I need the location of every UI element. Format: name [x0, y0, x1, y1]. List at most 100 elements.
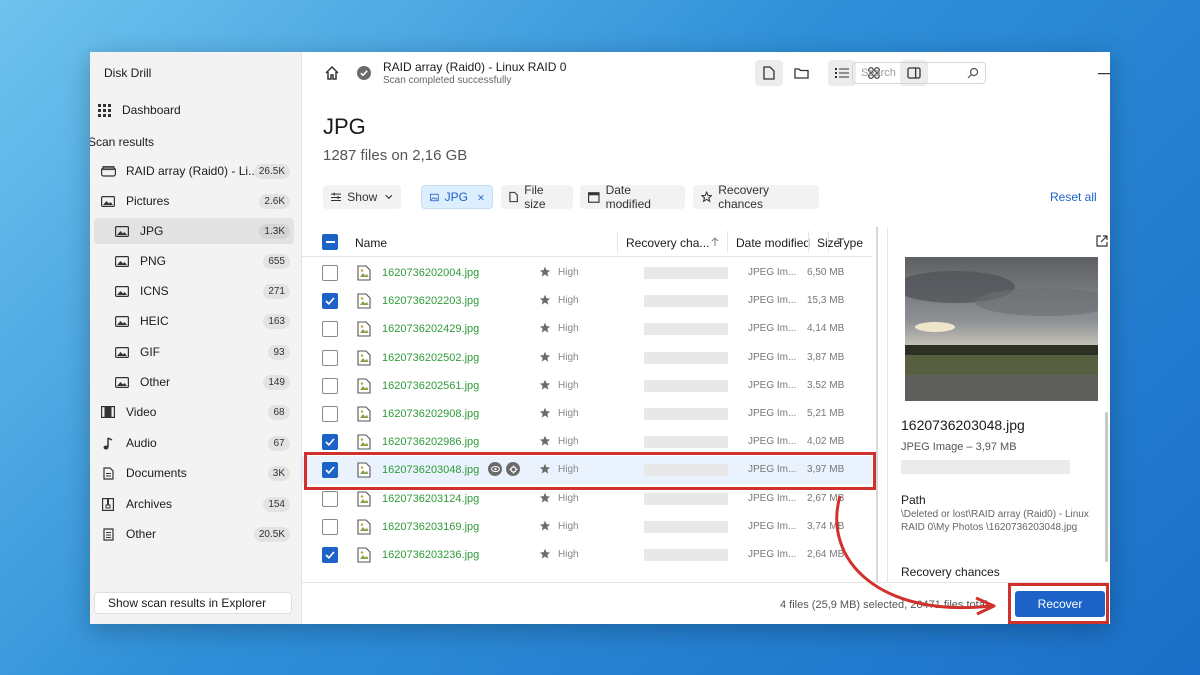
file-name[interactable]: 1620736202986.jpg	[382, 436, 479, 448]
file-name[interactable]: 1620736202561.jpg	[382, 380, 479, 392]
select-all-checkbox[interactable]	[322, 234, 338, 250]
row-checkbox[interactable]	[322, 406, 338, 422]
column-size[interactable]: Size	[817, 236, 840, 250]
sidebar-item-label: Other	[140, 375, 171, 389]
reset-all-link[interactable]: Reset all	[1050, 190, 1097, 204]
file-name[interactable]: 1620736202429.jpg	[382, 323, 479, 335]
table-row[interactable]: 1620736202429.jpg High JPEG Im... 4,14 MB	[302, 315, 872, 343]
row-checkbox[interactable]	[322, 265, 338, 281]
sidebar-item-archives[interactable]: Archives 154	[94, 491, 294, 517]
table-row[interactable]: 1620736202908.jpg High JPEG Im... 5,21 MB	[302, 400, 872, 428]
jpg-filter-chip[interactable]: JPG	[421, 185, 493, 209]
row-checkbox[interactable]	[322, 434, 338, 451]
sidebar-item-video[interactable]: Video 68	[94, 399, 294, 425]
folder-icon	[793, 68, 809, 79]
file-name[interactable]: 1620736203124.jpg	[382, 493, 479, 505]
show-filter-button[interactable]: Show	[323, 185, 401, 209]
count-badge: 68	[268, 404, 290, 420]
table-row[interactable]: 1620736202502.jpg High JPEG Im... 3,87 MB	[302, 344, 872, 372]
sidebar-item-icns[interactable]: ICNS 271	[94, 278, 294, 304]
file-type: JPEG Im...	[748, 267, 797, 278]
file-size-filter[interactable]: File size	[501, 183, 573, 211]
sidebar-item-gif[interactable]: GIF 93	[94, 339, 294, 365]
check-circle-icon	[357, 66, 371, 85]
sliders-icon	[331, 192, 342, 202]
row-checkbox[interactable]	[322, 490, 338, 507]
selected-row-highlight	[304, 452, 876, 490]
list-scrollbar[interactable]	[876, 227, 878, 582]
column-date[interactable]: Date modified	[736, 236, 810, 250]
row-checkbox[interactable]	[322, 321, 338, 338]
table-row[interactable]: 1620736202203.jpg High JPEG Im... 15,3 MB	[302, 287, 872, 315]
image-icon	[114, 313, 130, 329]
sidebar-item-audio[interactable]: Audio 67	[94, 430, 294, 456]
star-icon	[701, 191, 713, 203]
sidebar-item-documents[interactable]: Documents 3K	[94, 460, 294, 486]
jpg-file-icon	[356, 321, 372, 340]
table-row[interactable]: 1620736203236.jpg High JPEG Im... 2,64 MB	[302, 541, 872, 569]
image-icon	[114, 253, 130, 269]
table-row[interactable]: 1620736202004.jpg High JPEG Im... 6,50 MB	[302, 259, 872, 287]
preview-date-placeholder	[901, 460, 1070, 474]
file-view-button[interactable]	[755, 60, 783, 86]
file-type: JPEG Im...	[748, 492, 797, 504]
sidebar-item-label: Video	[126, 405, 157, 419]
sidebar-item-other[interactable]: Other 20.5K	[94, 521, 294, 547]
scan-title: RAID array (Raid0) - Linux RAID 0	[383, 60, 567, 74]
column-name[interactable]: Name	[355, 236, 387, 250]
column-type[interactable]: Type	[837, 236, 863, 250]
search-input[interactable]: Search	[852, 62, 986, 84]
star-icon	[539, 322, 551, 337]
file-name[interactable]: 1620736202908.jpg	[382, 408, 479, 420]
home-icon[interactable]	[324, 65, 340, 86]
sort-arrow-icon	[711, 237, 719, 246]
recovery-chances-filter[interactable]: Recovery chances	[693, 183, 819, 211]
sidebar-item-raid-array-raid0-li[interactable]: RAID array (Raid0) - Li... 26.5K	[94, 158, 294, 184]
file-size: 15,3 MB	[807, 295, 845, 307]
file-type: JPEG Im...	[748, 379, 797, 391]
jpg-file-icon	[356, 265, 372, 284]
minimize-icon[interactable]	[1094, 64, 1110, 84]
sidebar-item-other[interactable]: Other 149	[94, 369, 294, 395]
row-checkbox[interactable]	[322, 547, 338, 563]
sidebar-item-png[interactable]: PNG 655	[94, 248, 294, 274]
row-checkbox[interactable]	[322, 377, 338, 394]
column-recovery[interactable]: Recovery cha...	[626, 236, 709, 250]
sidebar-item-label: RAID array (Raid0) - Li...	[126, 164, 254, 178]
open-external-icon[interactable]	[1096, 234, 1108, 252]
file-name[interactable]: 1620736203236.jpg	[382, 549, 479, 561]
file-name[interactable]: 1620736202502.jpg	[382, 352, 479, 364]
preview-scrollbar[interactable]	[1105, 412, 1108, 562]
file-size: 6,50 MB	[807, 267, 845, 278]
jpg-file-icon	[356, 378, 372, 397]
chevron-down-icon	[385, 194, 393, 200]
drive-icon	[100, 163, 116, 179]
row-checkbox[interactable]	[322, 293, 338, 310]
star-icon	[539, 492, 551, 507]
sidebar-item-heic[interactable]: HEIC 163	[94, 308, 294, 334]
file-name[interactable]: 1620736202203.jpg	[382, 295, 479, 307]
count-badge: 149	[263, 374, 290, 390]
file-icon	[763, 66, 775, 80]
image-icon	[114, 283, 130, 299]
sidebar-item-jpg[interactable]: JPG 1.3K	[94, 218, 294, 244]
date-modified-filter[interactable]: Date modified	[580, 183, 685, 211]
sidebar-item-label: PNG	[140, 254, 167, 268]
sidebar-item-pictures[interactable]: Pictures 2.6K	[94, 188, 294, 214]
page-title: JPG	[323, 114, 366, 139]
row-checkbox[interactable]	[322, 349, 338, 366]
folder-view-button[interactable]	[787, 60, 815, 86]
show-in-explorer-button[interactable]: Show scan results in Explorer	[94, 592, 292, 614]
file-name[interactable]: 1620736202004.jpg	[382, 267, 479, 279]
table-row[interactable]: 1620736203169.jpg High JPEG Im... 3,74 MB	[302, 513, 872, 541]
calendar-icon	[588, 191, 600, 203]
star-icon	[539, 351, 551, 366]
file-name[interactable]: 1620736203169.jpg	[382, 521, 479, 533]
table-row[interactable]: 1620736202561.jpg High JPEG Im... 3,52 MB	[302, 372, 872, 400]
count-badge: 67	[268, 435, 290, 451]
file-type: JPEG Im...	[748, 408, 797, 419]
file-type: JPEG Im...	[748, 520, 797, 532]
row-checkbox[interactable]	[322, 518, 338, 535]
star-icon	[539, 435, 551, 450]
sidebar-item-dashboard[interactable]: Dashboard	[96, 97, 296, 123]
